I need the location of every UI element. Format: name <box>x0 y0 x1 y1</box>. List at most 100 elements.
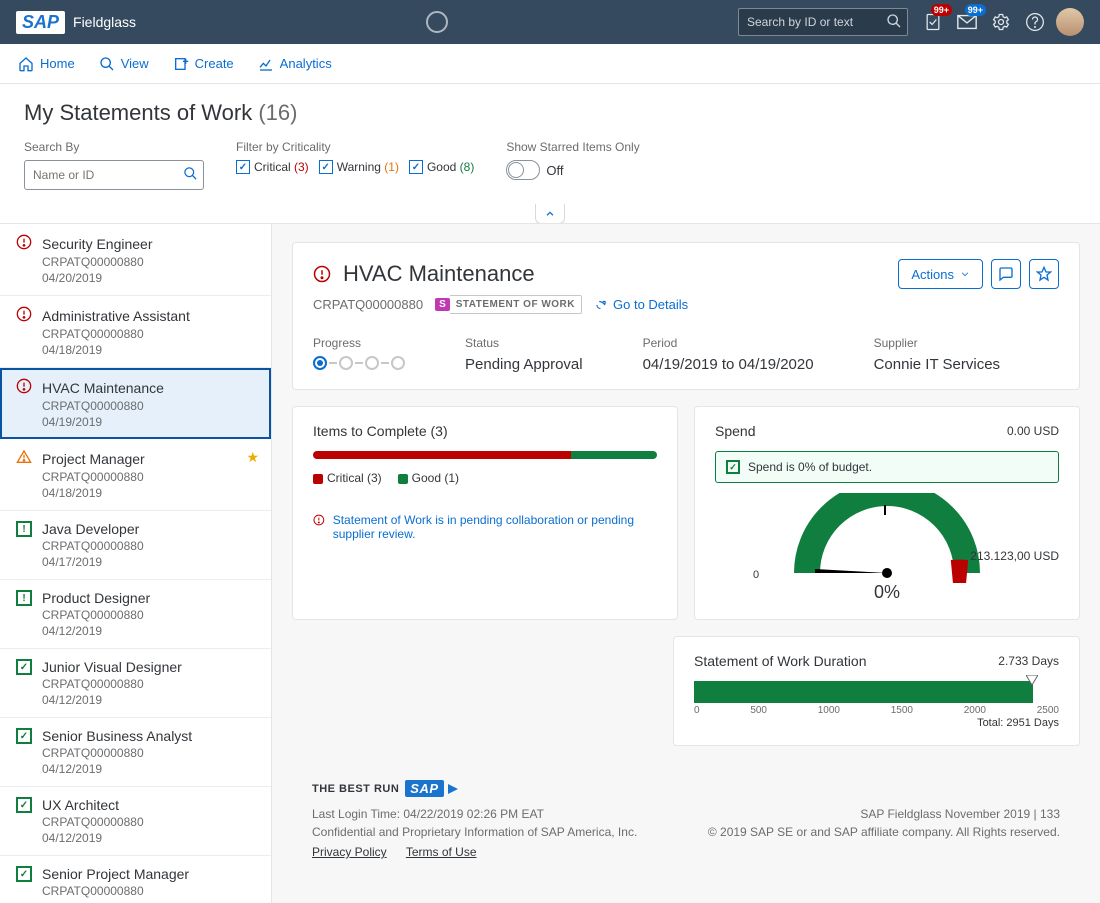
list-item[interactable]: !Product DesignerCRPATQ0000088004/12/201… <box>0 580 271 649</box>
nav-bar: Home View Create Analytics <box>0 44 1100 84</box>
status-icon: ✓ <box>16 797 32 813</box>
global-search-input[interactable] <box>738 8 908 36</box>
nav-analytics[interactable]: Analytics <box>258 56 332 72</box>
actions-button[interactable]: Actions <box>898 259 983 289</box>
starred-toggle[interactable] <box>506 160 540 180</box>
global-search[interactable] <box>738 8 908 36</box>
list-item-title: Product Designer <box>42 590 150 606</box>
list-item-title: HVAC Maintenance <box>42 380 164 396</box>
collapse-filters-button[interactable] <box>535 204 565 224</box>
star-icon[interactable]: ★ <box>246 449 259 466</box>
favorite-button[interactable] <box>1029 259 1059 289</box>
version-info: SAP Fieldglass November 2019 | 133 <box>860 807 1060 821</box>
starred-filter-group: Show Starred Items Only Off <box>506 140 639 180</box>
list-item-title: Java Developer <box>42 521 139 537</box>
list-item-title: Administrative Assistant <box>42 308 190 324</box>
list-item[interactable]: ✓ Senior Business Analyst CRPATQ00000880 04… <box>0 718 271 787</box>
filter-good[interactable]: ✓Good (8) <box>409 160 474 174</box>
terms-link[interactable]: Terms of Use <box>406 845 477 859</box>
toggle-state: Off <box>546 163 563 178</box>
search-by-label: Search By <box>24 140 204 154</box>
user-avatar[interactable] <box>1056 8 1084 36</box>
list-item[interactable]: Security EngineerCRPATQ0000088004/20/201… <box>0 224 271 296</box>
duration-card: Statement of Work Duration2.733 Days 050… <box>673 636 1080 746</box>
approvals-icon[interactable]: 99+ <box>916 5 950 39</box>
help-icon[interactable] <box>1018 5 1052 39</box>
detail-header-card: HVAC Maintenance Actions CRPATQ00000880 … <box>292 242 1080 390</box>
status-icon <box>16 449 32 468</box>
pending-message[interactable]: Statement of Work is in pending collabor… <box>333 513 657 541</box>
list-item-title: Junior Visual Designer <box>42 659 182 675</box>
list-item[interactable]: Administrative AssistantCRPATQ0000088004… <box>0 296 271 368</box>
list-item-date: 04/18/2019 <box>42 486 255 500</box>
critical-icon <box>313 513 325 527</box>
copyright: © 2019 SAP SE or and SAP affiliate compa… <box>708 825 1060 839</box>
duration-value: 2.733 Days <box>998 654 1059 668</box>
go-to-details-link[interactable]: Go to Details <box>594 297 688 312</box>
list-item-title: Project Manager <box>42 451 145 467</box>
list-item-title: Senior Business Analyst <box>42 728 192 744</box>
search-by-input[interactable] <box>24 160 204 190</box>
status-icon <box>16 306 32 325</box>
sow-tag-label: STATEMENT OF WORK <box>450 295 582 314</box>
supplier-value: Connie IT Services <box>874 356 1000 373</box>
status-icon: ✓ <box>16 659 32 675</box>
list-item-title: UX Architect <box>42 797 119 813</box>
detail-pane: HVAC Maintenance Actions CRPATQ00000880 … <box>272 224 1100 903</box>
nav-view[interactable]: View <box>99 56 149 72</box>
privacy-link[interactable]: Privacy Policy <box>312 845 387 859</box>
spend-info-banner: ✓ Spend is 0% of budget. <box>715 451 1059 483</box>
progress-label: Progress <box>313 336 405 350</box>
filter-critical[interactable]: ✓Critical (3) <box>236 160 309 174</box>
gauge-max: 213.123,00 USD <box>970 549 1059 563</box>
list-item-id: CRPATQ00000880 <box>42 539 255 553</box>
gauge-min: 0 <box>753 569 759 581</box>
nav-home[interactable]: Home <box>18 56 75 72</box>
good-icon: ✓ <box>726 460 740 474</box>
list-item-date: 04/12/2019 <box>42 762 255 776</box>
list-item-id: CRPATQ00000880 <box>42 399 255 413</box>
detail-id: CRPATQ00000880 <box>313 297 423 312</box>
spend-title: Spend <box>715 423 755 439</box>
list-item-id: CRPATQ00000880 <box>42 470 255 484</box>
legend-critical: Critical (3) <box>313 471 382 485</box>
sow-tag-short: S <box>435 298 450 311</box>
list-item[interactable]: !Java DeveloperCRPATQ0000088004/17/2019 <box>0 511 271 580</box>
list-item[interactable]: Project Manager CRPATQ00000880 04/18/2019 ★ <box>0 439 271 511</box>
confidential-notice: Confidential and Proprietary Information… <box>312 825 637 839</box>
list-item-date: 04/12/2019 <box>42 831 255 845</box>
list-item-id: CRPATQ00000880 <box>42 608 255 622</box>
sow-list[interactable]: Security EngineerCRPATQ0000088004/20/201… <box>0 224 272 903</box>
list-item-title: Senior Project Manager <box>42 866 189 882</box>
messages-icon[interactable]: 99+ <box>950 5 984 39</box>
list-item-id: CRPATQ00000880 <box>42 815 255 829</box>
list-item-id: CRPATQ00000880 <box>42 884 255 898</box>
list-item[interactable]: HVAC MaintenanceCRPATQ0000088004/19/2019 <box>0 368 271 439</box>
list-item-date: 04/20/2019 <box>42 271 255 285</box>
filter-warning[interactable]: ✓Warning (1) <box>319 160 399 174</box>
duration-marker-icon <box>1026 675 1038 685</box>
list-item-date: 04/17/2019 <box>42 555 255 569</box>
list-item-id: CRPATQ00000880 <box>42 255 255 269</box>
comment-button[interactable] <box>991 259 1021 289</box>
list-item[interactable]: ✓ UX Architect CRPATQ00000880 04/12/2019 <box>0 787 271 856</box>
period-value: 04/19/2019 to 04/19/2020 <box>643 356 814 373</box>
list-item-id: CRPATQ00000880 <box>42 746 255 760</box>
page-header: My Statements of Work (16) Search By Fil… <box>0 84 1100 224</box>
supplier-label: Supplier <box>874 336 1000 350</box>
nav-view-label: View <box>121 56 149 71</box>
search-icon[interactable] <box>183 166 198 184</box>
settings-icon[interactable] <box>984 5 1018 39</box>
chevron-down-icon <box>960 269 970 279</box>
critical-icon <box>313 265 331 283</box>
list-item[interactable]: ✓Junior Visual DesignerCRPATQ0000088004/… <box>0 649 271 718</box>
sap-logo: SAP <box>16 11 65 34</box>
status-icon: ✓ <box>16 728 32 744</box>
status-icon: ✓ <box>16 866 32 882</box>
duration-axis: 05001000150020002500 <box>694 705 1059 716</box>
items-progress-bar <box>313 451 657 459</box>
nav-home-label: Home <box>40 56 75 71</box>
nav-create[interactable]: Create <box>173 56 234 72</box>
search-icon <box>886 13 902 32</box>
list-item[interactable]: ✓ Senior Project Manager CRPATQ00000880 <box>0 856 271 903</box>
